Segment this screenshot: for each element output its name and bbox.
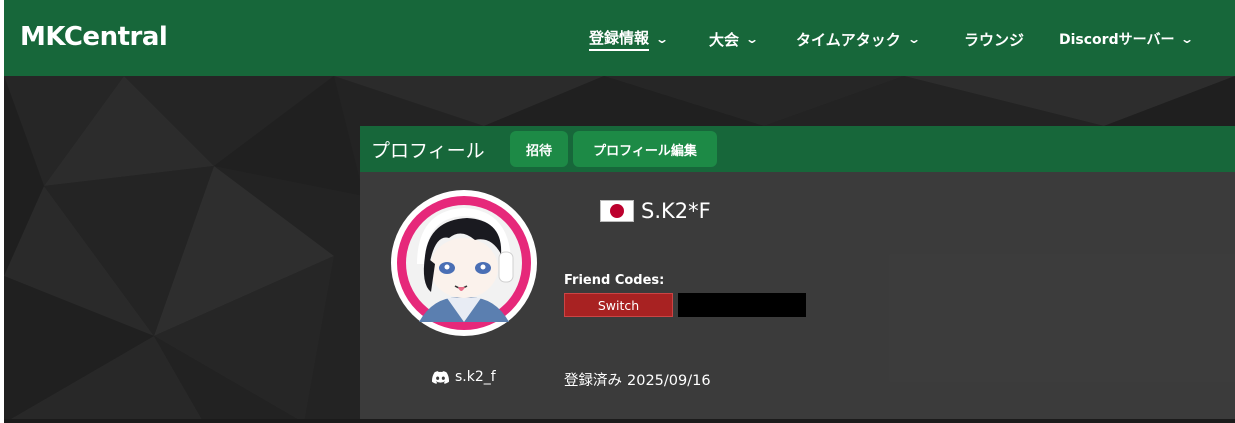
friend-codes-label: Friend Codes: xyxy=(564,273,665,288)
japan-flag-icon xyxy=(600,200,634,222)
nav-item-label: ラウンジ xyxy=(964,30,1025,49)
profile-title: プロフィール xyxy=(371,140,485,162)
switch-badge[interactable]: Switch xyxy=(564,293,673,317)
chevron-down-icon: ⌄ xyxy=(745,32,760,46)
page: MKCentral 登録情報 ⌄ 大会 ⌄ タイムアタック ⌄ ラウンジ Dis… xyxy=(4,0,1235,423)
discord-username: s.k2_f xyxy=(455,369,496,385)
player-name: S.K2*F xyxy=(641,199,711,223)
nav-item-time-attack[interactable]: タイムアタック ⌄ xyxy=(796,28,921,50)
divider xyxy=(4,419,1235,423)
registered-date: 2025/09/16 xyxy=(627,373,711,389)
discord-icon xyxy=(432,370,449,384)
chevron-down-icon: ⌄ xyxy=(655,32,670,46)
chevron-down-icon: ⌄ xyxy=(1180,32,1195,46)
registered-label: 登録済み xyxy=(564,373,622,389)
brand-logo[interactable]: MKCentral xyxy=(20,22,168,52)
nav-item-label: タイムアタック xyxy=(796,30,901,49)
nav-item-tournaments[interactable]: 大会 ⌄ xyxy=(709,28,760,50)
profile-card-body: S.K2*F Friend Codes: Switch s.k2_f 登録済み 2… xyxy=(360,172,1235,419)
friend-code-redacted xyxy=(678,293,806,317)
avatar xyxy=(391,190,537,336)
chevron-down-icon: ⌄ xyxy=(906,32,921,46)
edit-profile-button[interactable]: プロフィール編集 xyxy=(573,131,717,167)
nav-item-label: 大会 xyxy=(709,30,740,49)
nav-item-registration[interactable]: 登録情報 ⌄ xyxy=(589,27,670,51)
invite-button[interactable]: 招待 xyxy=(510,131,568,167)
nav-item-label: Discordサーバー xyxy=(1059,32,1175,48)
top-navbar: MKCentral 登録情報 ⌄ 大会 ⌄ タイムアタック ⌄ ラウンジ Dis… xyxy=(4,0,1235,76)
player-name-row: S.K2*F xyxy=(600,199,711,223)
nav-item-lounge[interactable]: ラウンジ xyxy=(964,28,1024,50)
registration-info: 登録済み 2025/09/16 xyxy=(564,369,711,390)
nav-item-discord-server[interactable]: Discordサーバー ⌄ xyxy=(1059,28,1195,50)
discord-username-row: s.k2_f xyxy=(432,369,496,385)
nav-item-label: 登録情報 xyxy=(589,27,650,51)
avatar-image xyxy=(397,196,531,330)
profile-card-header: プロフィール 招待 プロフィール編集 xyxy=(360,126,1235,172)
